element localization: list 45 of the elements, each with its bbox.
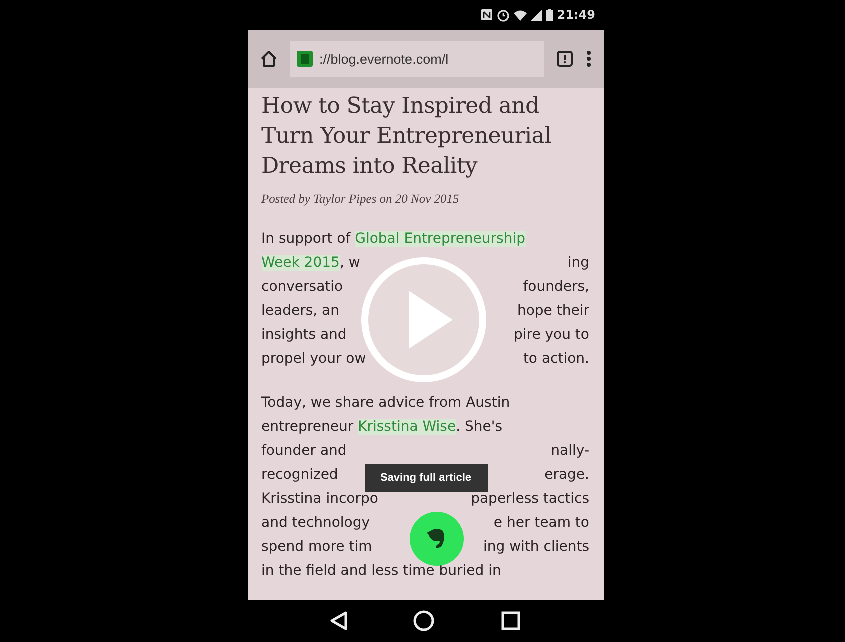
body-text: paperless tactics (471, 491, 590, 507)
tabs-icon[interactable] (556, 50, 574, 68)
text-link[interactable]: Krisstina Wise (358, 419, 456, 435)
save-button[interactable] (410, 512, 464, 566)
body-text: , w (340, 255, 360, 271)
body-text: . She's (456, 419, 503, 435)
back-icon[interactable] (330, 611, 348, 631)
body-text: nally- (551, 443, 590, 459)
body-text: to action. (523, 351, 590, 367)
signal-icon (531, 10, 542, 20)
alarm-icon (497, 8, 510, 22)
url-field[interactable]: ://blog.evernote.com/l (290, 41, 544, 77)
text-link[interactable]: Week 2015 (262, 255, 340, 271)
wifi-icon (514, 10, 528, 20)
toast-message: Saving full article (364, 464, 488, 492)
lock-icon (296, 50, 314, 68)
menu-icon[interactable] (586, 50, 592, 68)
body-text: in the field and less time buried in (262, 563, 502, 579)
body-text: ing (568, 255, 590, 271)
body-text: pire you to (514, 327, 590, 343)
body-text: Krisstina incorpo (262, 491, 378, 507)
body-text: and technology (262, 515, 370, 531)
body-text: leaders, an (262, 303, 340, 319)
body-text: e her team to (494, 515, 590, 531)
body-text: Today, we share advice from Austin (262, 395, 510, 411)
recents-icon[interactable] (500, 611, 521, 631)
body-text: founders, (523, 279, 590, 295)
status-time: 21:49 (557, 8, 596, 22)
article-title: How to Stay Inspired and Turn Your Entrepreneurial Dreams into Reality (262, 93, 552, 181)
text-link[interactable]: Global Entrepreneurship (355, 231, 526, 247)
battery-icon (546, 9, 554, 21)
body-text: founder and (262, 443, 347, 459)
body-text: spend more tim (262, 539, 372, 555)
article-byline: Posted by Taylor Pipes on 20 Nov 2015 (262, 192, 460, 207)
home-icon[interactable] (260, 50, 278, 68)
body-text: conversatio (262, 279, 344, 295)
body-text: entrepreneur (262, 419, 355, 435)
body-text: hope their (517, 303, 590, 319)
body-text: propel your ow (262, 351, 366, 367)
body-text: ing with clients (484, 539, 590, 555)
body-text: insights and (262, 327, 347, 343)
body-text: recognized (262, 467, 338, 483)
nfc-icon (481, 9, 494, 21)
body-text: In support of (262, 231, 352, 247)
body-text: erage. (544, 467, 590, 483)
